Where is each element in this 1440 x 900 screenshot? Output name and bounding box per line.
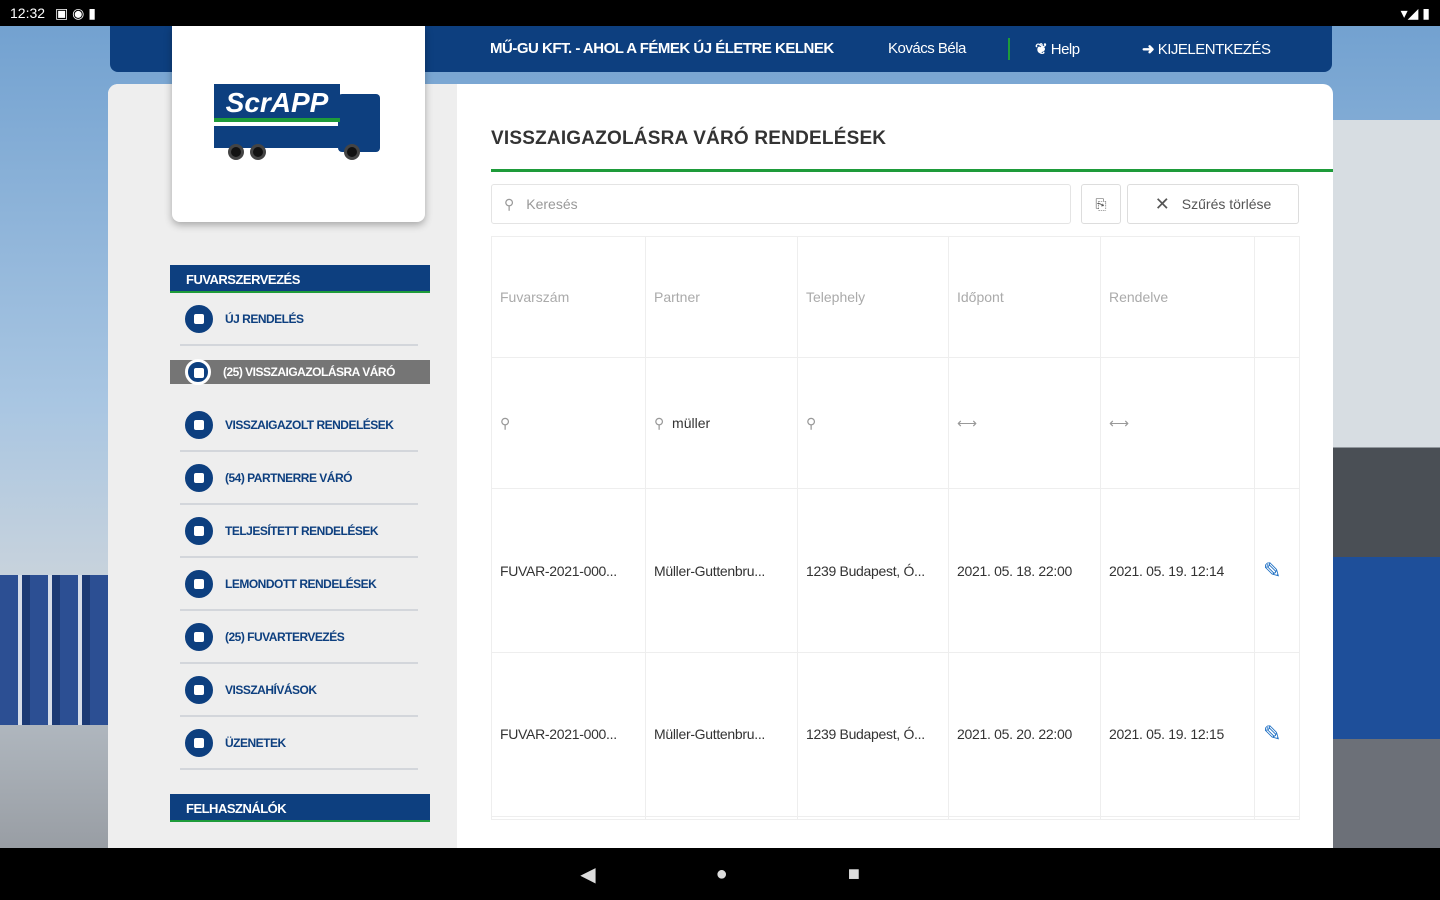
cell: FUVAR-2021-000...: [491, 651, 646, 817]
table-header: Fuvarszám Partner Telephely Időpont Rendelve: [491, 235, 1300, 359]
date-range-icon: ⟷: [957, 414, 978, 431]
col-partner[interactable]: Partner: [645, 235, 798, 359]
sidebar-item-3[interactable]: (54) PARTNERRE VÁRÓ: [180, 452, 418, 505]
leaf-icon: ❦: [1035, 41, 1051, 58]
sidebar-item-2[interactable]: VISSZAIGAZOLT RENDELÉSEK: [180, 399, 418, 452]
background-trucks: [0, 575, 108, 725]
col-rendelve[interactable]: Rendelve: [1100, 235, 1255, 359]
calendar-icon: [185, 622, 213, 651]
home-button[interactable]: ●: [716, 863, 728, 886]
edit-icon[interactable]: ✎: [1254, 651, 1300, 817]
table-row[interactable]: FUVAR-2021-000... Müller-Guttenbru... 1239…: [491, 488, 1300, 653]
sidebar-item-label: TELJESÍTETT RENDELÉSEK: [225, 523, 379, 538]
cell: Müller-Guttenbru...: [645, 488, 798, 653]
orders-table: Fuvarszám Partner Telephely Időpont Rendelve…: [491, 235, 1300, 821]
empty-space: [491, 815, 1300, 821]
export-icon: ⎘: [1095, 195, 1107, 212]
truck-icon: [185, 410, 213, 439]
divider: [1008, 38, 1010, 60]
date-range-icon: ⟷: [1109, 414, 1130, 431]
col-telephely[interactable]: Telephely: [797, 235, 949, 359]
cell: 2021. 05. 20. 22:00: [948, 651, 1101, 817]
filter-partner[interactable]: ⚲ müller: [645, 357, 798, 490]
filter-row: ⚲ ⚲ müller ⚲ ⟷ ⟷: [491, 357, 1300, 490]
title-underline: [491, 169, 1333, 172]
search-input[interactable]: ⚲ Keresés: [491, 184, 1071, 224]
recents-button[interactable]: ■: [848, 863, 860, 886]
sidebar-item-label: (54) PARTNERRE VÁRÓ: [225, 470, 352, 485]
logout-link[interactable]: ➜ KIJELENTKEZÉS: [1142, 40, 1271, 58]
cell: Müller-Guttenbru...: [645, 651, 798, 817]
sidebar-item-label: (25) FUVARTERVEZÉS: [225, 629, 345, 644]
sidebar-item-8[interactable]: ÜZENETEK: [180, 717, 418, 770]
table-row[interactable]: FUVAR-2021-000... Müller-Guttenbru... 1239…: [491, 651, 1300, 817]
col-idopont[interactable]: Időpont: [948, 235, 1101, 359]
scrapp-logo: ScrAPP: [172, 26, 425, 222]
sidebar-item-7[interactable]: VISSZAHÍVÁSOK: [180, 664, 418, 717]
filter-idopont[interactable]: ⟷: [948, 357, 1101, 490]
edit-icon: [185, 359, 211, 385]
sidebar-item-label: ÜZENETEK: [225, 735, 286, 750]
sidebar-item-label: ÚJ RENDELÉS: [225, 311, 304, 326]
notification-icons: ▣ ◉ ▮: [55, 4, 96, 21]
sidebar-section-fuvarszervezes: FUVARSZERVEZÉS: [170, 265, 430, 293]
cart-icon: [185, 304, 213, 333]
filter-rendelve[interactable]: ⟷: [1100, 357, 1255, 490]
filter-partner-value: müller: [672, 414, 711, 431]
clear-filter-label: Szűrés törlése: [1181, 196, 1272, 212]
close-icon: ✕: [1154, 193, 1170, 214]
sidebar-item-0[interactable]: ÚJ RENDELÉS: [180, 293, 418, 346]
list-icon: [185, 516, 213, 545]
cell: 2021. 05. 18. 22:00: [948, 488, 1101, 653]
page-title: VISSZAIGAZOLÁSRA VÁRÓ RENDELÉSEK: [491, 128, 887, 149]
sidebar-item-label: LEMONDOTT RENDELÉSEK: [225, 576, 377, 591]
clear-filter-button[interactable]: ✕ Szűrés törlése: [1127, 184, 1299, 224]
user-name[interactable]: Kovács Béla: [888, 40, 966, 57]
logout-icon: ➜: [1142, 41, 1158, 58]
search-icon: ⚲: [654, 414, 665, 431]
sidebar-item-label: VISSZAHÍVÁSOK: [225, 682, 317, 697]
sidebar-item-4[interactable]: TELJESÍTETT RENDELÉSEK: [180, 505, 418, 558]
cancel-icon: [185, 569, 213, 598]
search-icon: ⚲: [806, 414, 817, 431]
android-nav-bar: ◀ ● ■: [0, 848, 1440, 900]
export-button[interactable]: ⎘: [1081, 184, 1121, 224]
cell: FUVAR-2021-000...: [491, 488, 646, 653]
callback-icon: [185, 675, 213, 704]
status-bar: 12:32 ▣ ◉ ▮ ▾◢ ▮: [0, 0, 1440, 26]
edit-icon[interactable]: ✎: [1254, 488, 1300, 653]
cell: 2021. 05. 19. 12:15: [1100, 651, 1255, 817]
clock: 12:32: [10, 5, 46, 21]
background-building: [1333, 120, 1440, 848]
cell: 1239 Budapest, Ó...: [797, 651, 949, 817]
cell: 2021. 05. 19. 12:14: [1100, 488, 1255, 653]
filter-telephely[interactable]: ⚲: [797, 357, 949, 490]
sidebar-item-1[interactable]: (25) VISSZAIGAZOLÁSRA VÁRÓ: [170, 359, 430, 385]
sidebar-item-label: VISSZAIGAZOLT RENDELÉSEK: [225, 417, 394, 432]
sidebar-item-6[interactable]: (25) FUVARTERVEZÉS: [180, 611, 418, 664]
company-slogan: MŰ-GU KFT. - AHOL A FÉMEK ÚJ ÉLETRE KELN…: [490, 40, 834, 57]
cell: 1239 Budapest, Ó...: [797, 488, 949, 653]
signal-battery-icon: ▾◢ ▮: [1400, 4, 1430, 21]
search-icon: ⚲: [504, 195, 515, 212]
clock-icon: [185, 463, 213, 492]
col-fuvarszam[interactable]: Fuvarszám: [491, 235, 646, 359]
sidebar-section-felhasznalok: FELHASZNÁLÓK: [170, 794, 430, 822]
help-link[interactable]: ❦ Help: [1035, 40, 1080, 58]
back-button[interactable]: ◀: [580, 862, 595, 887]
sidebar-item-5[interactable]: LEMONDOTT RENDELÉSEK: [180, 558, 418, 611]
filter-fuvarszam[interactable]: ⚲: [491, 357, 646, 490]
search-icon: ⚲: [500, 414, 511, 431]
message-icon: [185, 728, 213, 757]
search-placeholder: Keresés: [526, 196, 578, 212]
sidebar-item-label: (25) VISSZAIGAZOLÁSRA VÁRÓ: [223, 365, 395, 379]
